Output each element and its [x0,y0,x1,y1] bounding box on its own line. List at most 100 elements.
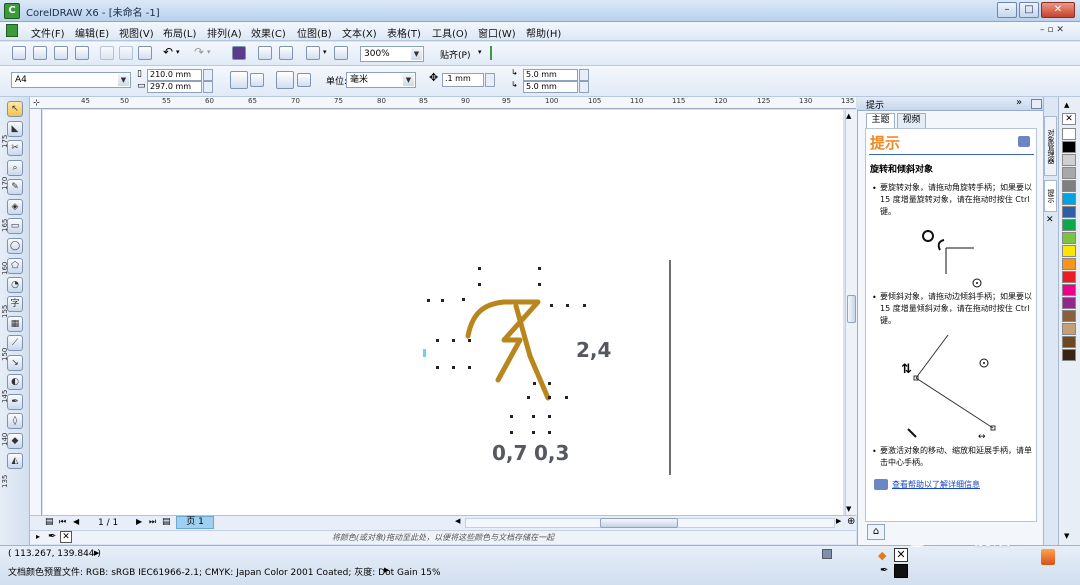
snap-to-menu[interactable]: 贴齐(P) [440,48,470,61]
blend-tool-icon[interactable]: ◐ [7,374,23,390]
menu-text[interactable]: 文本(X) [342,25,377,40]
menu-help[interactable]: 帮助(H) [526,25,561,40]
minimize-button[interactable]: – [997,2,1017,18]
selection-handle[interactable] [427,299,430,302]
palette-swatch[interactable] [1062,349,1076,361]
palette-swatch[interactable] [1062,297,1076,309]
page-height-field[interactable]: 297.0 mm [147,81,202,93]
menu-arrange[interactable]: 排列(A) [207,25,242,40]
portrait-icon[interactable] [230,71,248,89]
palette-swatch[interactable] [1062,336,1076,348]
redo-icon[interactable]: ↷ [194,45,204,59]
open-folder-icon[interactable] [33,46,47,60]
menu-edit[interactable]: 编辑(E) [75,25,109,40]
selection-handle[interactable] [548,396,551,399]
menu-window[interactable]: 窗口(W) [478,25,516,40]
zoom-tool-icon[interactable]: ⌕ [7,160,23,176]
label-0-7[interactable]: 0,7 [492,441,527,465]
help-link[interactable]: 查看帮助以了解详细信息 [892,479,980,490]
selection-handle[interactable] [436,339,439,342]
scroll-down-icon[interactable]: ▼ [846,505,851,513]
redo-dropdown-icon[interactable]: ▾ [207,48,211,56]
doc-window-controls[interactable]: – ▫ ✕ [1040,25,1064,35]
selection-handle[interactable] [436,366,439,369]
side-tab-close-icon[interactable]: ✕ [1046,215,1054,225]
scroll-right-icon[interactable]: ▶ [836,517,841,525]
pick-tool-icon[interactable]: ↖ [7,101,23,117]
palette-swatch[interactable] [1062,180,1076,192]
color-profile-status[interactable]: 文档颜色预置文件: RGB: sRGB IEC61966-2.1; CMYK: … [8,565,441,578]
palette-down-icon[interactable]: ▼ [1064,532,1069,540]
freehand-tool-icon[interactable]: ✎ [7,179,23,195]
page-tab[interactable]: 页 1 [176,516,214,529]
no-fill-swatch[interactable]: ✕ [60,531,72,543]
smart-fill-icon[interactable]: ◈ [7,199,23,215]
publish-pdf-icon[interactable] [306,46,320,60]
maximize-button[interactable]: □ [1019,2,1039,18]
hints-book-icon[interactable] [1018,136,1030,147]
palette-swatch[interactable] [1062,310,1076,322]
status-arrow-icon[interactable]: ▶ [94,549,99,557]
selection-handle[interactable] [468,339,471,342]
fill-none-swatch[interactable]: ✕ [894,548,908,562]
basic-shapes-icon[interactable]: ◔ [7,277,23,293]
palette-swatch[interactable] [1062,271,1076,283]
selection-handle[interactable] [548,431,551,434]
selection-handle[interactable] [532,431,535,434]
current-page-icon[interactable] [297,73,311,87]
options-icon[interactable] [490,46,502,60]
menu-effects[interactable]: 效果(C) [251,25,286,40]
menu-table[interactable]: 表格(T) [387,25,421,40]
last-page-icon[interactable]: ⏭ [149,517,156,527]
palette-arrow-icon[interactable]: ▸ [36,532,40,541]
selected-curve-leg[interactable] [513,303,551,401]
zoom-combo[interactable]: 300% ▼ [360,46,424,62]
units-combo[interactable]: 毫米 ▼ [346,72,416,88]
user-icon[interactable] [1041,549,1055,565]
dup-distance-y-field[interactable]: 5.0 mm [523,81,578,93]
palette-swatch[interactable] [1062,245,1076,257]
navigator-icon[interactable]: ⊕ [847,516,855,527]
fill-tool-icon[interactable]: ◆ [7,433,23,449]
close-button[interactable]: ✕ [1041,2,1075,18]
palette-swatch[interactable] [1062,323,1076,335]
selection-handle[interactable] [538,283,541,286]
undo-dropdown-icon[interactable]: ▾ [176,48,180,56]
fill-indicator-icon[interactable] [822,549,832,559]
side-tab-hints[interactable]: 提示 [1044,180,1057,212]
selection-handle[interactable] [478,283,481,286]
first-page-icon[interactable]: ⏮ [59,517,66,527]
vertical-ruler[interactable] [30,109,42,515]
selection-handle[interactable] [441,299,444,302]
ellipse-tool-icon[interactable]: ◯ [7,238,23,254]
vertical-scroll-thumb[interactable] [847,295,856,323]
menu-file[interactable]: 文件(F) [31,25,65,40]
paste-icon[interactable] [138,46,152,60]
rectangle-tool-icon[interactable]: ▭ [7,218,23,234]
polygon-tool-icon[interactable]: ⬠ [7,258,23,274]
menu-bitmaps[interactable]: 位图(B) [297,25,332,40]
palette-swatch[interactable] [1062,193,1076,205]
collapse-docker-icon[interactable]: » [1016,97,1022,108]
new-document-icon[interactable] [12,46,26,60]
selection-handle[interactable] [452,366,455,369]
snap-dropdown-icon[interactable]: ▾ [478,48,482,56]
next-page-icon[interactable]: ▶ [136,517,142,526]
add-page-before-icon[interactable]: ▤ [45,517,54,527]
prev-page-icon[interactable]: ◀ [73,517,79,526]
welcome-screen-icon[interactable] [334,46,348,60]
selection-handle[interactable] [533,382,536,385]
side-tab-object-manager[interactable]: 对象管理器 [1044,116,1057,176]
horizontal-scroll-thumb[interactable] [600,518,678,528]
palette-swatch[interactable] [1062,206,1076,218]
palette-swatch[interactable] [1062,154,1076,166]
print-icon[interactable] [75,46,89,60]
corel-balloon-icon[interactable]: C [4,3,20,19]
doc-icon[interactable] [6,24,18,37]
document-palette-hint[interactable]: 将颜色(或对象)拖动至此处，以便将这些颜色与文档存储在一起 [30,530,856,544]
selection-handle[interactable] [532,415,535,418]
page-size-combo[interactable]: A4 ▼ [11,72,131,88]
palette-swatch[interactable] [1062,219,1076,231]
connector-tool-icon[interactable]: ↘ [7,355,23,371]
palette-swatch[interactable] [1062,128,1076,140]
